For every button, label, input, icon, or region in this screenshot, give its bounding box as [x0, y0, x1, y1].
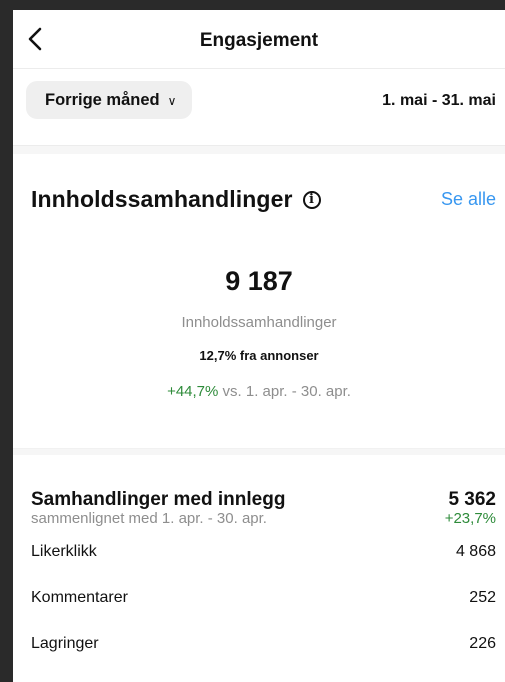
post-interactions-section: Samhandlinger med innlegg sammenlignet m…	[13, 455, 505, 669]
section-divider	[13, 146, 505, 154]
post-interactions-subtitle: sammenlignet med 1. apr. - 30. apr.	[31, 510, 267, 527]
metric-value: 252	[469, 589, 496, 606]
content-interactions-total-label: Innholdssamhandlinger	[181, 314, 337, 331]
chevron-down-icon: ∨	[167, 93, 177, 108]
see-all-link[interactable]: Se alle	[441, 189, 496, 210]
post-interactions-title: Samhandlinger med innlegg	[31, 489, 286, 510]
date-range: 1. mai - 31. mai	[382, 92, 496, 109]
metric-label: Lagringer	[31, 635, 99, 652]
content-interactions-heading: Innholdssamhandlinger i	[31, 186, 321, 213]
metric-value: 226	[469, 635, 496, 652]
engagement-screen: Engasjement Forrige måned ∨ 1. mai - 31.…	[13, 10, 505, 682]
page-title: Engasjement	[199, 30, 319, 51]
comparison-text: +44,7% vs. 1. apr. - 30. apr.	[13, 383, 505, 400]
content-interactions-total: 9 187	[225, 266, 293, 296]
period-selector-label: Forrige måned	[45, 90, 160, 109]
post-interactions-change: +23,7%	[444, 510, 496, 527]
change-percent: +44,7%	[167, 383, 219, 400]
metric-row-saves: Lagringer 226	[13, 623, 505, 669]
metric-row-comments: Kommentarer 252	[13, 577, 505, 623]
period-selector-button[interactable]: Forrige måned ∨	[26, 81, 193, 119]
metric-label: Likerklikk	[31, 543, 97, 560]
post-interactions-header: Samhandlinger med innlegg sammenlignet m…	[13, 455, 505, 531]
info-icon[interactable]: i	[302, 190, 321, 209]
ads-share-text: 12,7% fra annonser	[199, 348, 319, 363]
metric-row-likes: Likerklikk 4 868	[13, 531, 505, 577]
post-interactions-total: 5 362	[448, 489, 496, 510]
metric-value: 4 868	[455, 543, 496, 560]
period-row: Forrige måned ∨ 1. mai - 31. mai	[13, 69, 505, 146]
comparison-period: vs. 1. apr. - 30. apr.	[218, 383, 351, 400]
top-bar: Engasjement	[13, 10, 505, 69]
metric-label: Kommentarer	[31, 589, 128, 606]
content-interactions-title: Innholdssamhandlinger	[31, 186, 293, 212]
content-interactions-section: Innholdssamhandlinger i Se alle 9 187 In…	[13, 154, 505, 449]
